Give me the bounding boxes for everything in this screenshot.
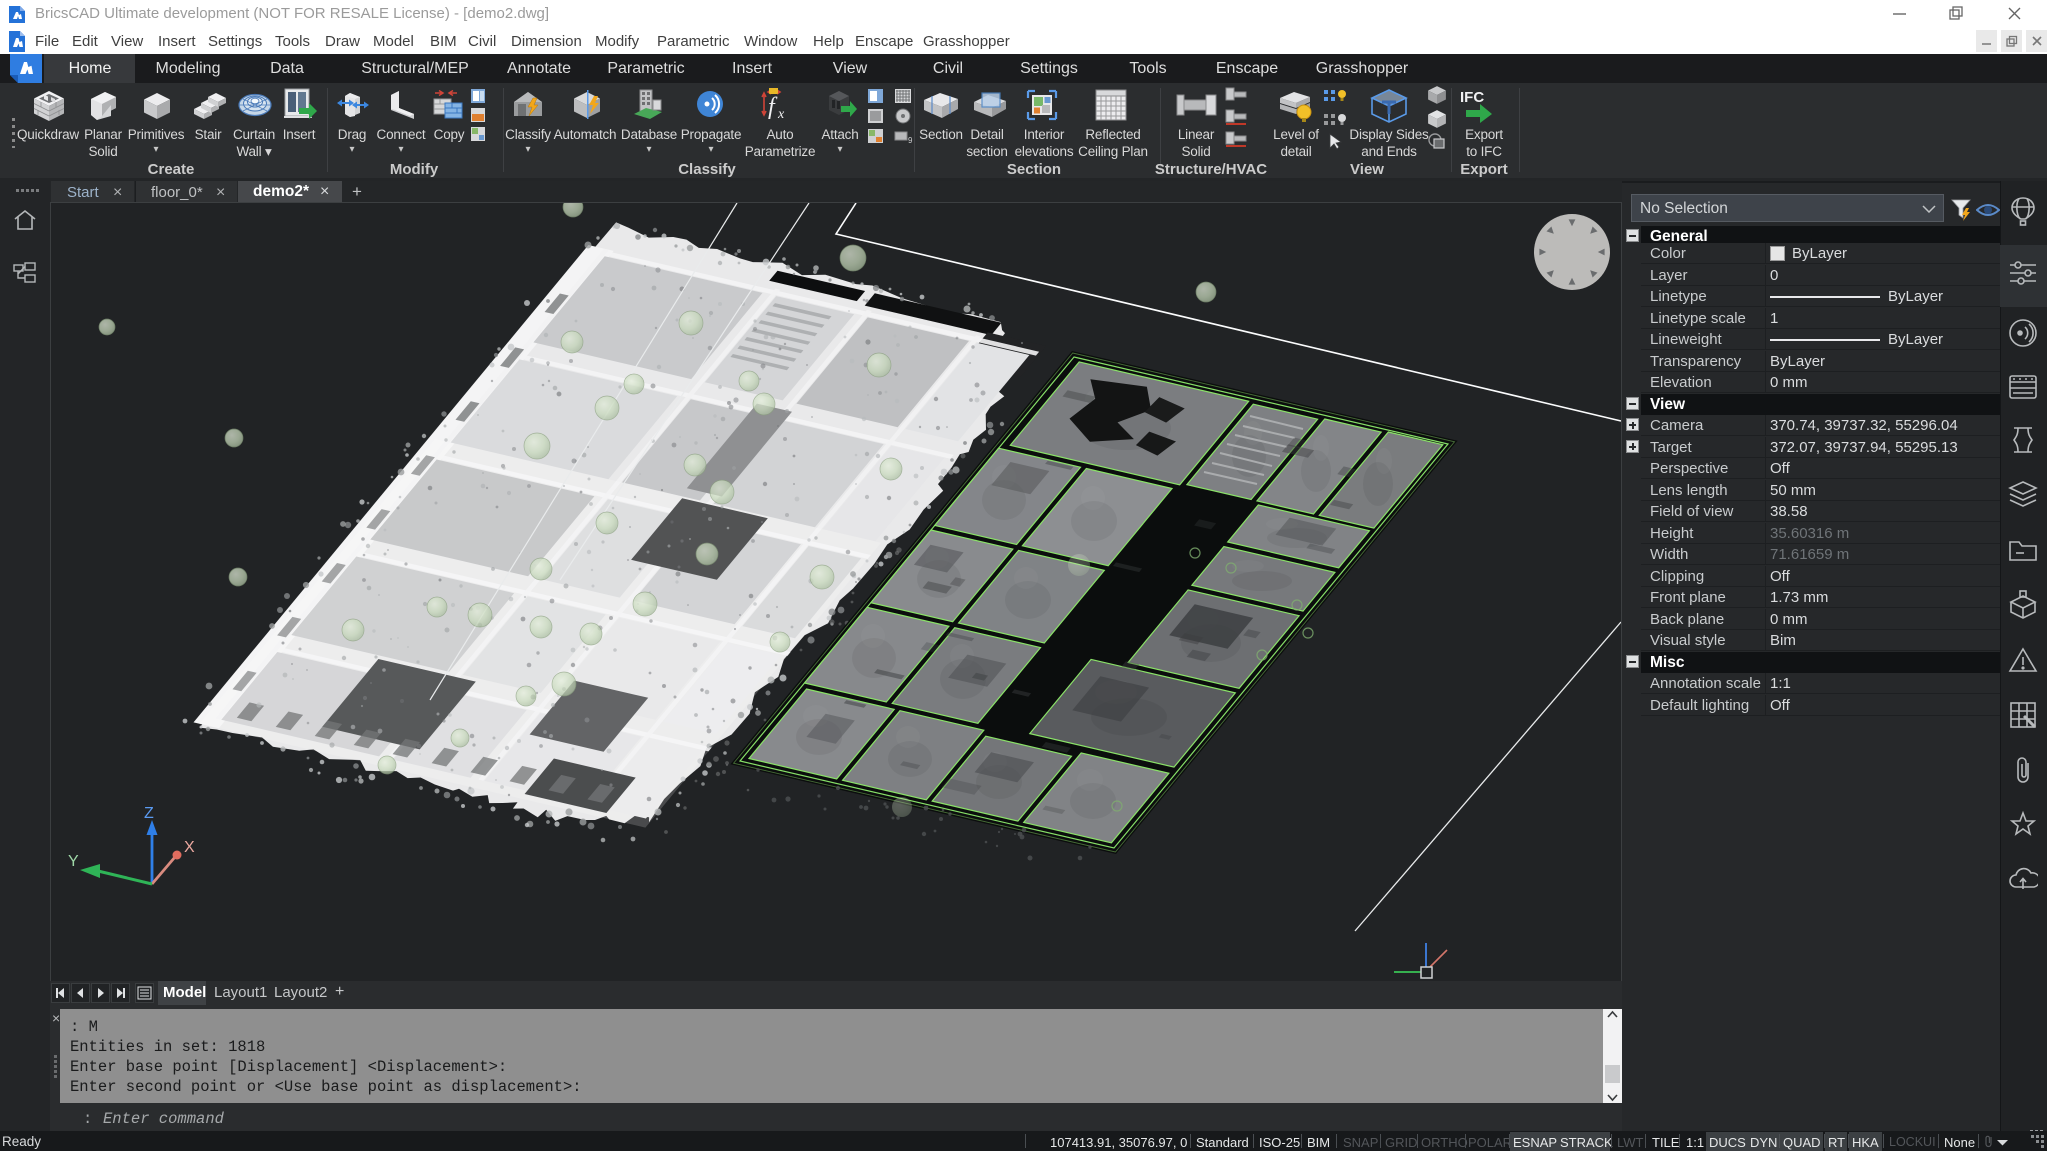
svg-text:IFC: IFC: [1460, 89, 1484, 106]
svg-text:X: X: [184, 839, 195, 856]
svg-text:x: x: [777, 107, 785, 122]
svg-text:Y: Y: [68, 853, 79, 870]
svg-text:Z: Z: [144, 805, 154, 822]
svg-text:9: 9: [908, 136, 913, 145]
svg-text:f: f: [768, 94, 778, 120]
